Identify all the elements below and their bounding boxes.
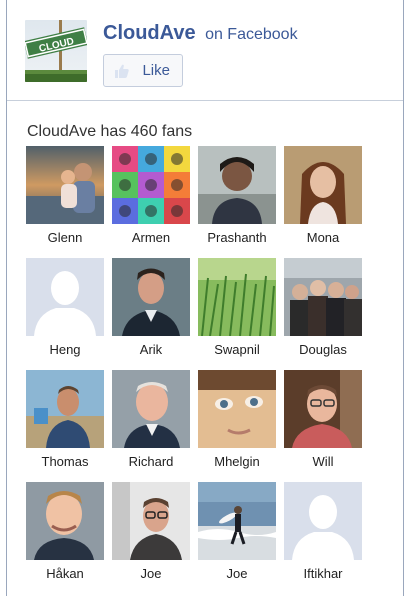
fan-item[interactable]: Glenn	[26, 146, 104, 248]
man-outdoors-photo-icon	[26, 370, 104, 448]
cloudave-logo-icon[interactable]: CLOUD	[25, 20, 87, 82]
on-facebook-link[interactable]: on Facebook	[205, 26, 298, 43]
fans-count: CloudAve has 460 fans	[27, 123, 193, 140]
default-silhouette-icon	[26, 258, 104, 336]
fan-name: Håkan	[46, 566, 84, 581]
fan-name: Iftikhar	[303, 566, 343, 581]
like-button[interactable]: Like	[103, 54, 183, 87]
man-glasses-portrait-icon	[284, 370, 362, 448]
facebook-like-box: CLOUD CloudAve on Facebook Like CloudAve…	[6, 0, 404, 596]
fan-name: Thomas	[41, 454, 89, 469]
fan-name: Douglas	[299, 342, 347, 357]
default-silhouette-icon	[284, 482, 362, 560]
fan-name: Mona	[306, 230, 340, 245]
smiling-man-portrait-icon	[26, 482, 104, 560]
fan-item[interactable]: Iftikhar	[284, 482, 362, 584]
page-title-row: CloudAve on Facebook	[103, 22, 298, 45]
fan-item[interactable]: Thomas	[26, 370, 104, 472]
fan-name: Glenn	[47, 230, 83, 245]
fan-item[interactable]: Joe	[112, 482, 190, 584]
green-grass-photo-icon	[198, 258, 276, 336]
fan-name: Richard	[128, 454, 174, 469]
man-glasses-suit-portrait-icon	[112, 482, 190, 560]
like-label: Like	[142, 62, 170, 79]
page-name-link[interactable]: CloudAve	[103, 22, 196, 44]
fan-name: Swapnil	[214, 342, 260, 357]
fan-item[interactable]: Will	[284, 370, 362, 472]
fan-item[interactable]: Mona	[284, 146, 362, 248]
fan-item[interactable]: Arik	[112, 258, 190, 360]
page-header: CLOUD CloudAve on Facebook Like	[7, 0, 403, 101]
sunset-couple-photo-icon	[26, 146, 104, 224]
fan-name: Prashanth	[207, 230, 267, 245]
fan-name: Joe	[140, 566, 162, 581]
fan-name: Armen	[131, 230, 171, 245]
fan-name: Joe	[226, 566, 248, 581]
fan-name: Mhelgin	[214, 454, 260, 469]
fan-item[interactable]: Swapnil	[198, 258, 276, 360]
older-man-portrait-icon	[112, 370, 190, 448]
fan-name: Heng	[49, 342, 81, 357]
group-photo-icon	[284, 258, 362, 336]
close-up-face-photo-icon	[198, 370, 276, 448]
man-portrait-photo-icon	[198, 146, 276, 224]
colorful-pop-art-grid-icon	[112, 146, 190, 224]
surfer-photo-icon	[198, 482, 276, 560]
fan-item[interactable]: Heng	[26, 258, 104, 360]
fan-name: Arik	[139, 342, 163, 357]
fan-item[interactable]: Mhelgin	[198, 370, 276, 472]
fan-item[interactable]: Douglas	[284, 258, 362, 360]
fan-item[interactable]: Prashanth	[198, 146, 276, 248]
cloudave-sign-logo-icon: CLOUD	[25, 20, 87, 82]
thumbs-up-icon	[114, 63, 130, 79]
fan-name: Will	[312, 454, 334, 469]
woman-portrait-photo-icon	[284, 146, 362, 224]
fan-item[interactable]: Joe	[198, 482, 276, 584]
man-suit-portrait-icon	[112, 258, 190, 336]
fan-item[interactable]: Håkan	[26, 482, 104, 584]
fan-item[interactable]: Armen	[112, 146, 190, 248]
fan-item[interactable]: Richard	[112, 370, 190, 472]
